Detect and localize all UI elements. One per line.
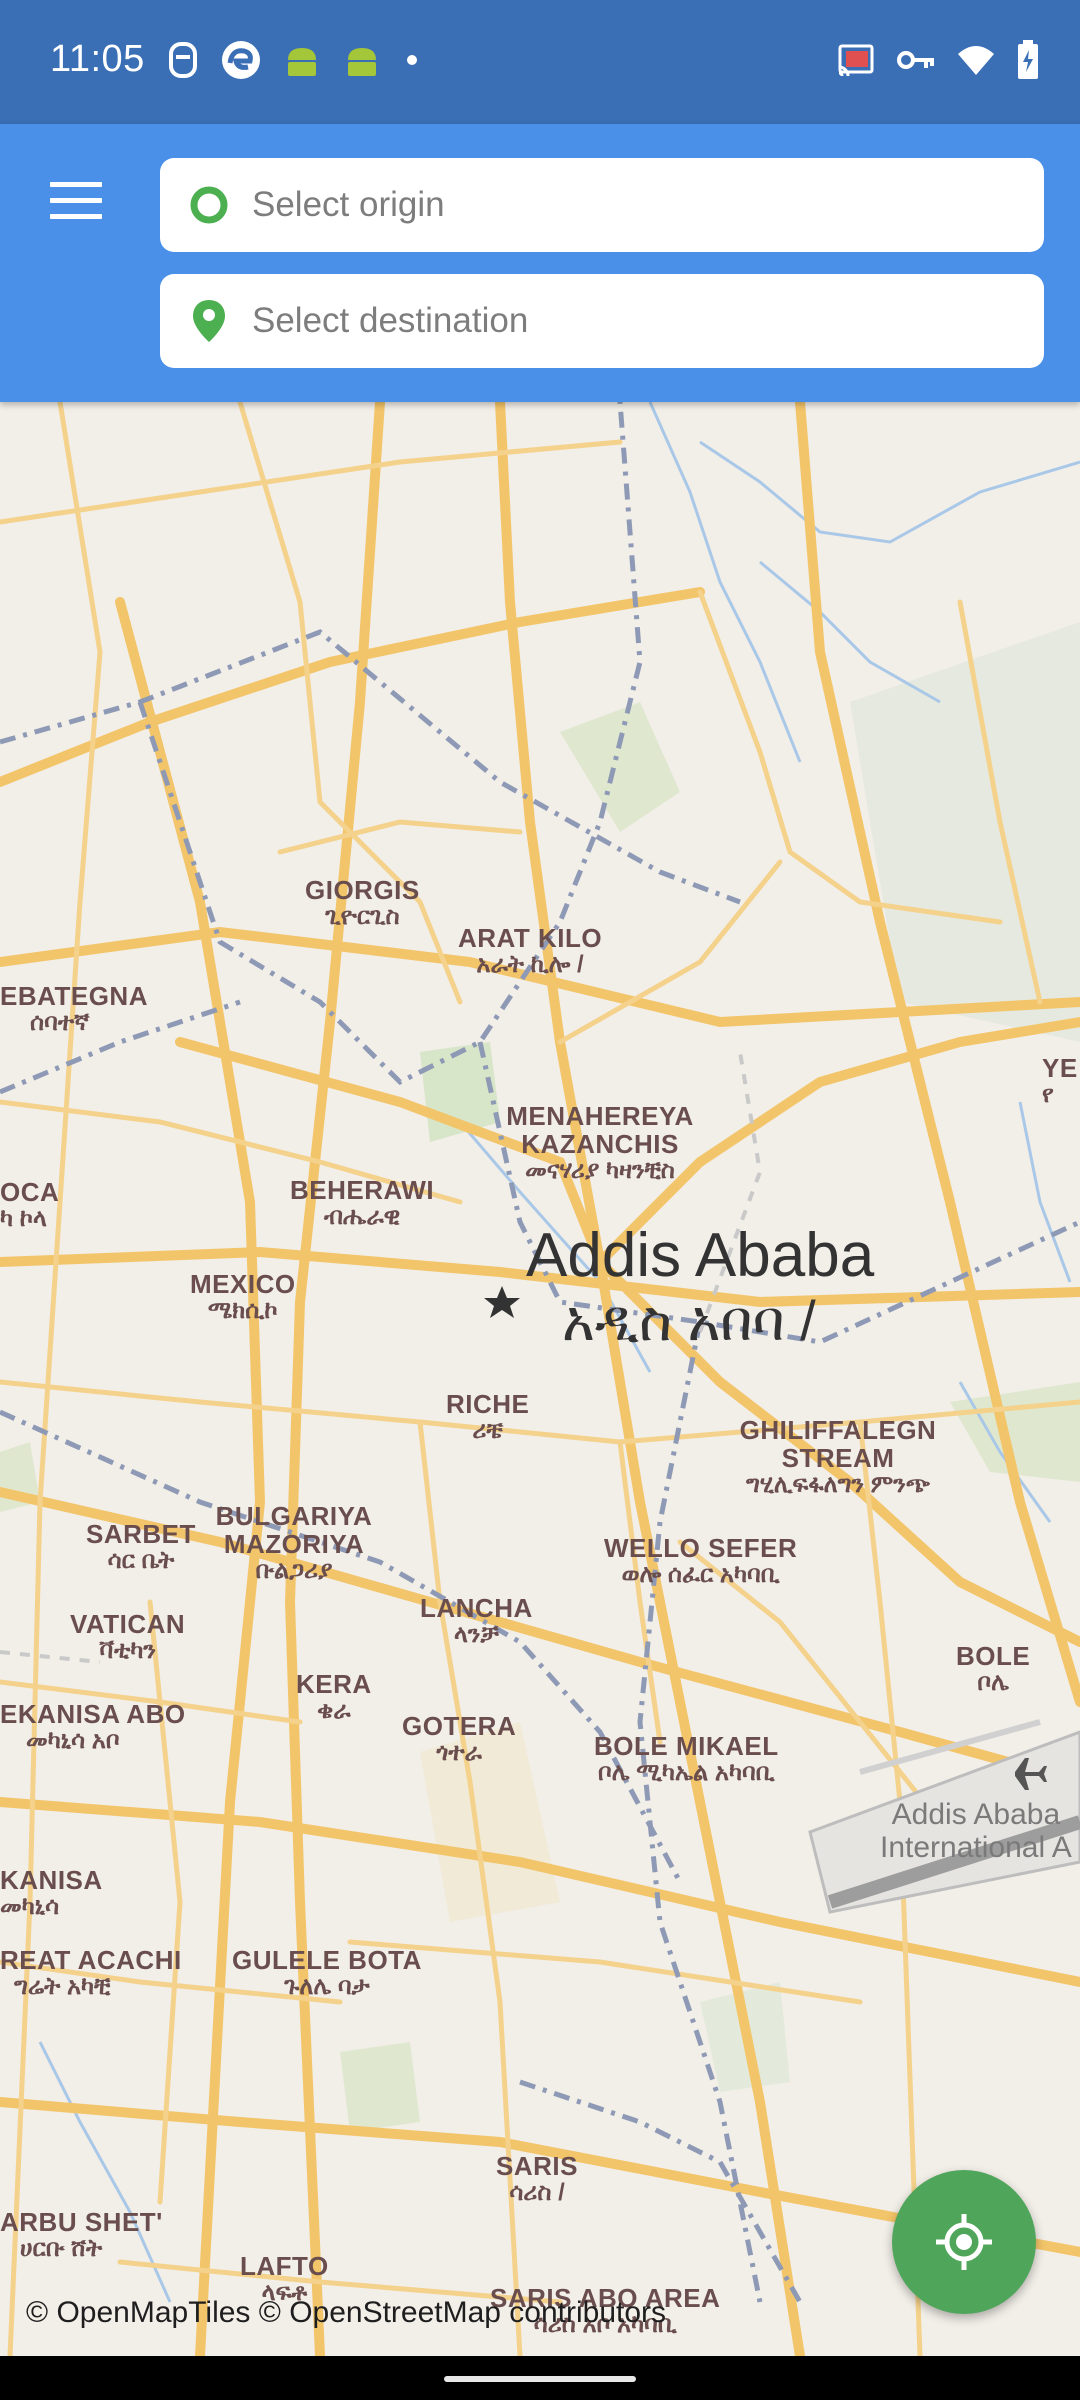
origin-circle-icon — [160, 185, 252, 225]
map-place-label: WELLO SEFER ወሎ ሰፈር አካባቢ — [604, 1533, 798, 1589]
map-place-label: EKANISA ABO መካኒሳ አቦ — [0, 1699, 186, 1755]
my-location-icon — [936, 2214, 992, 2270]
map-place-label: BOLE ቦሌ — [956, 1641, 1031, 1697]
map-place-label: MEXICO ሜክሲኮ — [190, 1269, 296, 1325]
wifi-icon — [956, 44, 996, 81]
status-right-icons — [836, 39, 1040, 85]
map-place-label: OCA ካ ኮላ — [0, 1177, 60, 1233]
map-place-label: BEHERAWI ብሔራዊ — [290, 1175, 435, 1231]
map-place-label: EBATEGNA ሰባተኛ — [0, 981, 148, 1037]
my-location-button[interactable] — [892, 2170, 1036, 2314]
map-place-label: YE የ — [1042, 1053, 1078, 1109]
map-attribution[interactable]: © OpenMapTiles © OpenStreetMap contribut… — [26, 2296, 666, 2330]
hamburger-menu-icon[interactable] — [50, 182, 102, 226]
map-place-label: REAT ACACHI ግሬት አካቺ — [0, 1945, 182, 2001]
ai-icon — [166, 40, 200, 85]
destination-input[interactable] — [252, 301, 1012, 341]
location-pin-icon — [160, 298, 252, 344]
city-label: Addis Ababa አዲስ አበባ / — [526, 1221, 875, 1353]
map-place-label: GOTERA ጎተራ — [402, 1711, 517, 1767]
destination-field[interactable] — [160, 274, 1044, 368]
map-place-label: GULELE BOTA ጉለሌ ባታ — [232, 1945, 422, 2001]
capital-star-icon — [484, 1286, 520, 1318]
map-place-label: ARAT KILO አራት ኪሎ / — [458, 923, 603, 979]
android-icon — [342, 42, 382, 83]
map-place-label: MENAHEREYA KAZANCHIS መናሃሪያ ካዛንቺስ — [506, 1101, 694, 1185]
map-place-label: BULGARIYA MAZORIYA ቡልጋሪያ — [215, 1501, 373, 1585]
edge-icon — [220, 39, 262, 86]
cast-icon — [836, 43, 876, 82]
origin-input[interactable] — [252, 185, 1012, 225]
status-left-icons — [166, 40, 422, 84]
map-place-label: SARBET ሳር ቤት — [86, 1519, 196, 1575]
status-bar: 11:05 — [0, 0, 1080, 124]
system-nav-bar — [0, 2356, 1080, 2400]
map-place-label: ARBU SHET' ሀርቡ ሸት — [0, 2207, 163, 2263]
map-place-label: SARIS ሳሪስ / — [496, 2151, 578, 2207]
battery-charging-icon — [1016, 39, 1040, 85]
route-header — [0, 124, 1080, 402]
map-view[interactable]: GIORGIS ጊዮርጊስ ARAT KILO አራት ኪሎ / EBATEGNA ሰ… — [0, 402, 1080, 2356]
vpn-key-icon — [896, 47, 936, 78]
map-place-label: VATICAN ቫቲካን — [70, 1609, 186, 1665]
android-icon — [282, 42, 322, 83]
dot-icon — [402, 50, 422, 75]
map-place-label: GHILIFFALEGN STREAM ግሂሊፍፋለግን ምንጭ — [739, 1415, 937, 1499]
origin-field[interactable] — [160, 158, 1044, 252]
map-place-label: RICHE ሪቼ — [446, 1389, 530, 1445]
airport-label: Addis Ababa International A — [880, 1798, 1072, 1864]
map-streets — [0, 402, 1080, 2356]
map-place-label: KERA ቄራ — [296, 1669, 372, 1725]
status-time: 11:05 — [50, 38, 145, 80]
home-gesture-handle[interactable] — [444, 2376, 636, 2382]
map-place-label: KANISA መካኒሳ — [0, 1865, 103, 1921]
map-place-label: BOLE MIKAEL ቦሌ ሚካኤል አካባቢ — [594, 1731, 779, 1787]
map-place-label: LANCHA ላንቻ — [420, 1593, 533, 1649]
map-place-label: GIORGIS ጊዮርጊስ — [305, 875, 420, 931]
